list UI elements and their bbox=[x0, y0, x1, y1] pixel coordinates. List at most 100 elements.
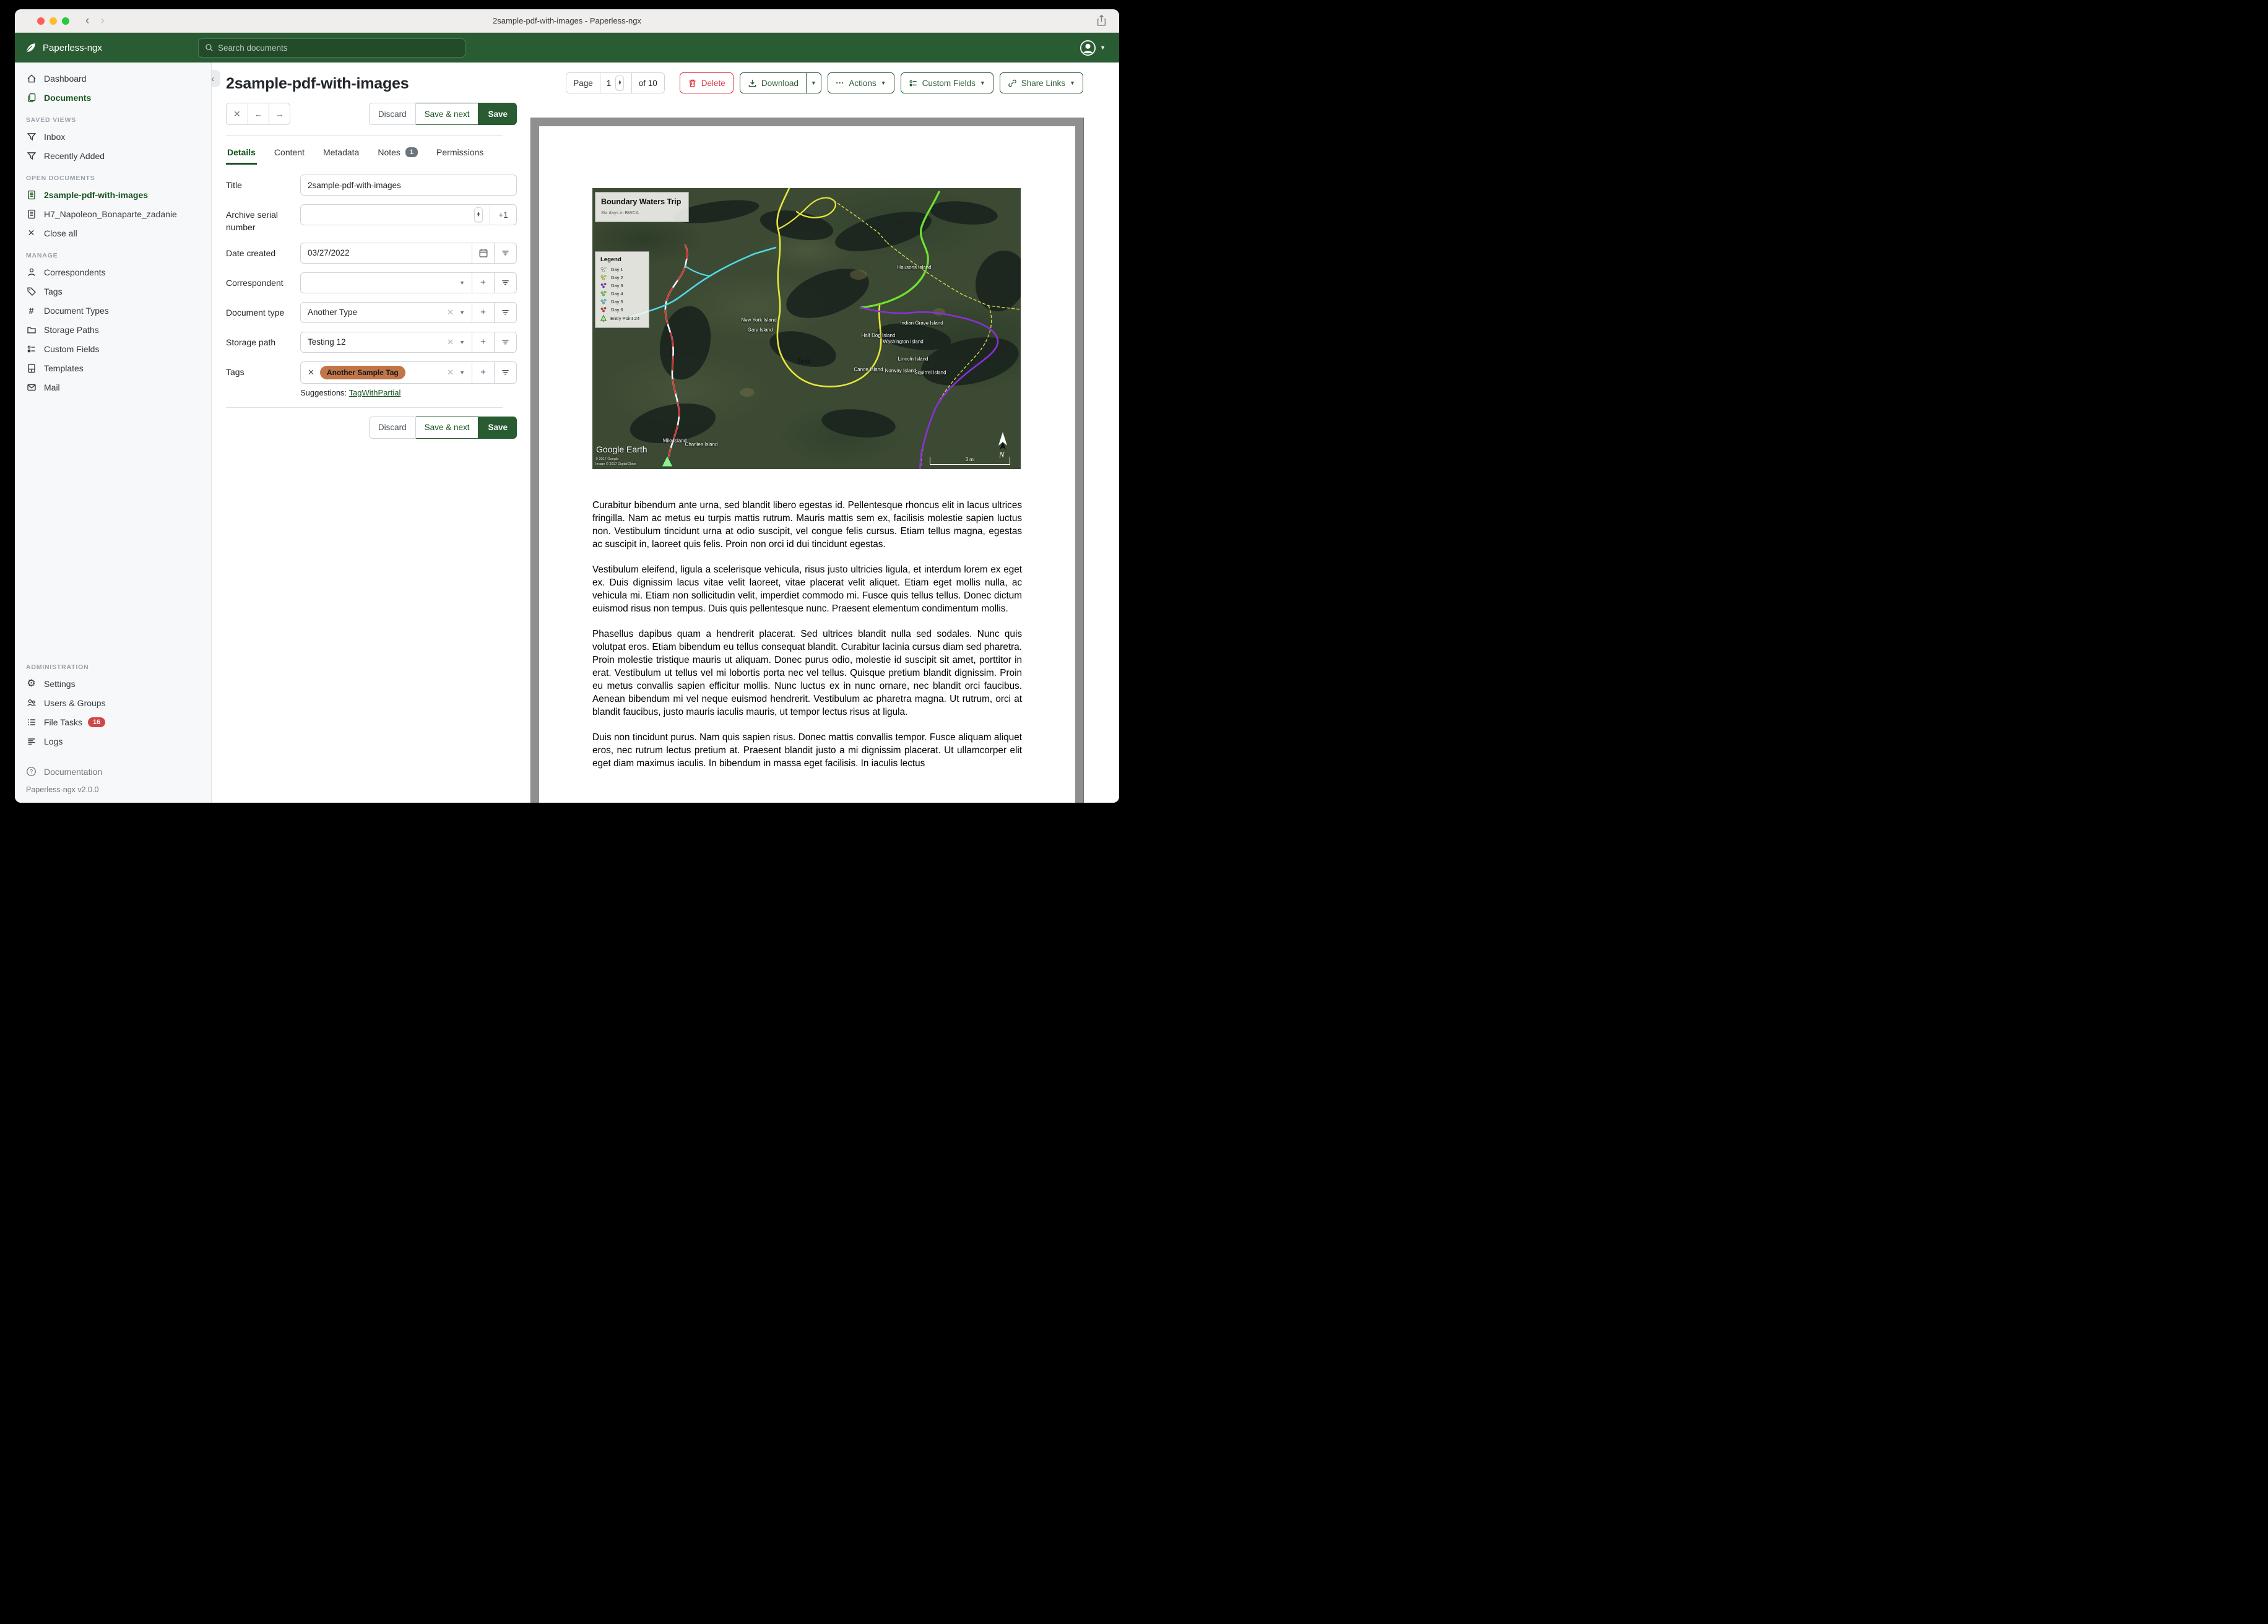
sidebar-item-templates[interactable]: Templates bbox=[15, 358, 211, 378]
file-icon bbox=[26, 189, 37, 200]
save-next-button[interactable]: Save & next bbox=[415, 416, 479, 439]
sidebar-item-tags[interactable]: Tags bbox=[15, 282, 211, 301]
sidebar-item-correspondents[interactable]: Correspondents bbox=[15, 262, 211, 282]
sidebar-item-documents[interactable]: Documents bbox=[15, 88, 211, 107]
tags-filter-button[interactable] bbox=[494, 361, 517, 384]
sidebar-item-logs[interactable]: Logs bbox=[15, 732, 211, 751]
add-document-type-button[interactable]: + bbox=[472, 301, 495, 323]
user-menu[interactable]: ▼ bbox=[1080, 40, 1119, 56]
sidebar-item-dashboard[interactable]: Dashboard bbox=[15, 69, 211, 88]
sidebar-item-mail[interactable]: Mail bbox=[15, 378, 211, 397]
search-input[interactable]: Search documents bbox=[198, 38, 465, 58]
map-label-gary-island: Gary Island bbox=[747, 327, 773, 333]
sidebar-item-storage-paths[interactable]: Storage Paths bbox=[15, 320, 211, 339]
storage-path-select[interactable]: Testing 12 ✕ ▼ bbox=[300, 331, 472, 353]
clear-icon[interactable]: ✕ bbox=[447, 308, 454, 317]
storage-path-filter-button[interactable] bbox=[494, 331, 517, 353]
tab-notes[interactable]: Notes 1 bbox=[376, 142, 419, 165]
map-label-squirrel-island: Squirrel Island bbox=[914, 369, 946, 376]
sidebar-item-users-groups[interactable]: Users & Groups bbox=[15, 693, 211, 712]
clear-icon[interactable]: ✕ bbox=[447, 337, 454, 347]
download-dropdown-caret[interactable]: ▼ bbox=[806, 72, 821, 93]
detail-tabs: Details Content Metadata Notes 1 Permissions bbox=[226, 142, 517, 165]
title-field[interactable]: 2sample-pdf-with-images bbox=[300, 175, 517, 196]
tag-suggestion-link[interactable]: TagWithPartial bbox=[349, 388, 401, 397]
ellipsis-icon: ⋯ bbox=[835, 78, 845, 87]
actions-button[interactable]: ⋯ Actions ▼ bbox=[827, 72, 894, 93]
sidebar-item-recently-added[interactable]: Recently Added bbox=[15, 146, 211, 165]
legend-item-day-5: Day 5 bbox=[600, 299, 644, 304]
browser-forward-button[interactable]: › bbox=[100, 14, 104, 28]
pdf-text-content: Curabitur bibendum ante urna, sed blandi… bbox=[592, 499, 1022, 770]
save-button[interactable]: Save bbox=[478, 103, 517, 125]
save-button[interactable]: Save bbox=[478, 416, 517, 439]
close-document-button[interactable]: ✕ bbox=[227, 103, 248, 124]
page-stepper[interactable]: ▲ ▼ bbox=[615, 76, 625, 90]
download-icon bbox=[748, 79, 757, 88]
next-document-button[interactable]: → bbox=[269, 103, 290, 124]
zoom-window-button[interactable] bbox=[62, 17, 69, 25]
previous-document-button[interactable]: ← bbox=[248, 103, 269, 124]
correspondent-filter-button[interactable] bbox=[494, 272, 517, 293]
discard-button[interactable]: Discard bbox=[368, 416, 416, 439]
sidebar-item-2sample-pdf-with-images[interactable]: 2sample-pdf-with-images bbox=[15, 185, 211, 204]
sidebar-item-label: Documents bbox=[44, 92, 92, 103]
share-links-button[interactable]: Share Links ▼ bbox=[999, 72, 1083, 93]
page-navigation: Page 1 ▲ ▼ of 10 bbox=[566, 72, 665, 93]
sidebar-item-close-all[interactable]: ✕ Close all bbox=[15, 223, 211, 243]
add-correspondent-button[interactable]: + bbox=[472, 272, 495, 293]
sidebar-item-document-types[interactable]: # Document Types bbox=[15, 301, 211, 320]
add-storage-path-button[interactable]: + bbox=[472, 331, 495, 353]
page-number-input[interactable]: 1 ▲ ▼ bbox=[599, 73, 632, 93]
tag-chip[interactable]: Another Sample Tag bbox=[319, 365, 405, 379]
chevron-down-icon: ▼ bbox=[1070, 79, 1075, 86]
sidebar-item-inbox[interactable]: Inbox bbox=[15, 127, 211, 146]
tab-permissions[interactable]: Permissions bbox=[435, 142, 485, 165]
document-preview-pane[interactable]: Boundary Waters Trip Six days in BWCA Le… bbox=[530, 118, 1084, 803]
route-dots-icon bbox=[600, 275, 607, 280]
asn-plus-one-button[interactable]: +1 bbox=[490, 204, 517, 225]
sidebar-collapse-button[interactable]: « bbox=[212, 70, 220, 87]
sidebar-section-manage: MANAGE bbox=[26, 252, 58, 259]
sidebar-item-documentation[interactable]: ? Documentation bbox=[15, 762, 211, 781]
sidebar-item-label: Documentation bbox=[44, 766, 103, 777]
browser-back-button[interactable]: ‹ bbox=[85, 14, 89, 28]
tags-select[interactable]: ✕ Another Sample Tag ✕ ▼ bbox=[300, 361, 472, 384]
sidebar-item-label: Settings bbox=[44, 678, 76, 689]
discard-button[interactable]: Discard bbox=[368, 103, 416, 125]
sidebar-item-custom-fields[interactable]: Custom Fields bbox=[15, 339, 211, 358]
date-filter-button[interactable] bbox=[494, 242, 517, 264]
tab-metadata[interactable]: Metadata bbox=[322, 142, 360, 165]
tab-content[interactable]: Content bbox=[273, 142, 306, 165]
sidebar-item-settings[interactable]: ⚙ Settings bbox=[15, 674, 211, 693]
calendar-button[interactable] bbox=[472, 242, 495, 264]
tasks-icon bbox=[26, 717, 37, 727]
share-icon[interactable] bbox=[1096, 14, 1107, 27]
delete-button[interactable]: Delete bbox=[679, 72, 734, 93]
pdf-paragraph: Vestibulum eleifend, ligula a scelerisqu… bbox=[592, 564, 1022, 614]
document-type-filter-button[interactable] bbox=[494, 301, 517, 323]
close-window-button[interactable] bbox=[37, 17, 45, 25]
map-label-new-york-island: New York Island bbox=[741, 317, 777, 323]
add-tag-button[interactable]: + bbox=[472, 361, 495, 384]
sidebar-item-h7-napoleon-bonaparte-zadanie[interactable]: H7_Napoleon_Bonaparte_zadanie bbox=[15, 204, 211, 223]
document-type-select[interactable]: Another Type ✕ ▼ bbox=[300, 301, 472, 323]
custom-fields-button[interactable]: Custom Fields ▼ bbox=[900, 72, 993, 93]
tab-details[interactable]: Details bbox=[226, 142, 257, 165]
clear-icon[interactable]: ✕ bbox=[447, 368, 454, 378]
remove-tag-icon[interactable]: ✕ bbox=[308, 368, 314, 378]
correspondent-select[interactable]: ▼ bbox=[300, 272, 472, 293]
asn-stepper[interactable]: ▲ ▼ bbox=[474, 207, 483, 222]
save-next-button[interactable]: Save & next bbox=[415, 103, 479, 125]
filter-icon bbox=[502, 310, 509, 315]
date-created-field[interactable]: 03/27/2022 bbox=[300, 242, 472, 264]
chevron-down-icon: ▼ bbox=[1100, 44, 1106, 51]
app-brand[interactable]: Paperless-ngx bbox=[15, 41, 198, 54]
asn-field[interactable]: ▲ ▼ bbox=[300, 204, 490, 225]
download-button[interactable]: Download bbox=[739, 72, 807, 93]
sidebar-item-file-tasks[interactable]: File Tasks 16 bbox=[15, 712, 211, 732]
tag-suggestions: Suggestions: TagWithPartial bbox=[300, 387, 401, 397]
minimize-window-button[interactable] bbox=[50, 17, 57, 25]
north-arrow-icon: N bbox=[995, 431, 1011, 459]
route-dots-icon bbox=[600, 291, 607, 296]
